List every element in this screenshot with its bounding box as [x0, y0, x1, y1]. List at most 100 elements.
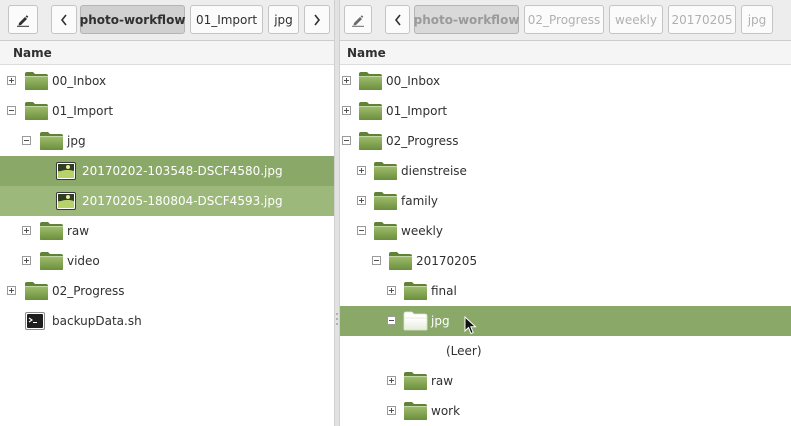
right-pane: photo-workflow 02_Progress weekly 201702… — [340, 0, 791, 426]
tree-row-01-import[interactable]: 01_Import — [0, 96, 334, 126]
right-edit-location-button[interactable] — [344, 5, 372, 34]
collapse-icon[interactable] — [7, 106, 16, 115]
tree-row-label: 20170205 — [416, 254, 478, 268]
collapse-icon[interactable] — [22, 136, 31, 145]
collapse-icon[interactable] — [357, 226, 366, 235]
expand-icon[interactable] — [7, 286, 16, 295]
folder-icon — [39, 221, 64, 241]
tree-row-dienstreise[interactable]: dienstreise — [340, 156, 791, 186]
folder-icon — [373, 191, 398, 211]
collapse-icon[interactable] — [342, 136, 351, 145]
expand-icon[interactable] — [357, 196, 366, 205]
tree-row-label: 20170205-180804-DSCF4593.jpg — [82, 194, 283, 208]
right-path-02-progress[interactable]: 02_Progress — [524, 5, 604, 34]
image-file-icon — [56, 192, 76, 210]
tree-row-label: video — [67, 254, 100, 268]
terminal-script-icon — [25, 312, 45, 330]
left-column-header-name[interactable]: Name — [0, 41, 334, 65]
expand-icon[interactable] — [7, 76, 16, 85]
chevron-left-icon — [60, 14, 68, 26]
folder-icon — [358, 131, 383, 151]
right-file-list[interactable]: Name 00_Inbox 01_Import 02_Progress dien… — [340, 40, 791, 426]
tree-row-00-inbox[interactable]: 00_Inbox — [0, 66, 334, 96]
right-column-header-name[interactable]: Name — [340, 41, 791, 65]
left-path-01-import[interactable]: 01_Import — [190, 5, 263, 34]
expand-icon[interactable] — [342, 106, 351, 115]
folder-icon — [24, 281, 49, 301]
tree-row-label: final — [431, 284, 457, 298]
expand-icon[interactable] — [387, 376, 396, 385]
tree-row-label: weekly — [401, 224, 443, 238]
folder-icon — [403, 401, 428, 421]
left-pane: photo-workflow 01_Import jpg Name 00_Inb… — [0, 0, 334, 426]
left-path-photo-workflow[interactable]: photo-workflow — [80, 5, 185, 34]
chevron-left-icon — [394, 14, 402, 26]
tree-row-02-progress[interactable]: 02_Progress — [340, 126, 791, 156]
folder-icon — [388, 251, 413, 271]
folder-icon — [373, 221, 398, 241]
folder-icon — [358, 101, 383, 121]
expand-icon[interactable] — [22, 226, 31, 235]
pencil-icon — [351, 13, 365, 27]
tree-row-final[interactable]: final — [340, 276, 791, 306]
tree-row-raw[interactable]: raw — [0, 216, 334, 246]
folder-icon — [403, 281, 428, 301]
tree-row-raw[interactable]: raw — [340, 366, 791, 396]
left-toolbar: photo-workflow 01_Import jpg — [0, 0, 334, 40]
expand-icon[interactable] — [22, 256, 31, 265]
left-file-list[interactable]: Name 00_Inbox 01_Import jpg 20170202-103… — [0, 40, 334, 426]
tree-row-work[interactable]: work — [340, 396, 791, 426]
tree-row-02-progress[interactable]: 02_Progress — [0, 276, 334, 306]
tree-row-weekly[interactable]: weekly — [340, 216, 791, 246]
tree-row-family[interactable]: family — [340, 186, 791, 216]
left-back-button[interactable] — [51, 5, 77, 34]
tree-row-01-import[interactable]: 01_Import — [340, 96, 791, 126]
right-toolbar: photo-workflow 02_Progress weekly 201702… — [340, 0, 791, 40]
collapse-icon[interactable] — [387, 316, 396, 325]
image-file-icon — [56, 162, 76, 180]
right-path-weekly[interactable]: weekly — [609, 5, 663, 34]
right-path-photo-workflow[interactable]: photo-workflow — [414, 5, 519, 34]
divider-grip-dot — [336, 323, 338, 325]
folder-icon — [39, 251, 64, 271]
tree-row-label: 00_Inbox — [52, 74, 107, 88]
left-forward-button[interactable] — [304, 5, 330, 34]
folder-icon — [39, 131, 64, 151]
tree-row-label: raw — [67, 224, 90, 238]
tree-row-label: 01_Import — [52, 104, 114, 118]
expand-icon[interactable] — [387, 406, 396, 415]
left-edit-location-button[interactable] — [8, 5, 38, 34]
right-path-jpg[interactable]: jpg — [741, 5, 773, 34]
folder-icon — [373, 161, 398, 181]
folder-icon — [358, 71, 383, 91]
collapse-icon[interactable] — [372, 256, 381, 265]
right-path-20170205[interactable]: 20170205 — [668, 5, 736, 34]
expand-icon[interactable] — [342, 76, 351, 85]
tree-row-file-dscf4580[interactable]: 20170202-103548-DSCF4580.jpg — [0, 156, 334, 186]
tree-row-jpg-selected[interactable]: jpg — [340, 306, 791, 336]
tree-row-label: 02_Progress — [386, 134, 459, 148]
tree-row-jpg[interactable]: jpg — [0, 126, 334, 156]
tree-row-label: jpg — [431, 314, 450, 328]
tree-row-backupdata[interactable]: backupData.sh — [0, 306, 334, 336]
folder-icon — [403, 371, 428, 391]
tree-row-label: 20170202-103548-DSCF4580.jpg — [82, 164, 283, 178]
tree-row-label: backupData.sh — [52, 314, 142, 328]
tree-row-label: 01_Import — [386, 104, 448, 118]
left-path-jpg[interactable]: jpg — [268, 5, 299, 34]
tree-row-file-dscf4593[interactable]: 20170205-180804-DSCF4593.jpg — [0, 186, 334, 216]
pencil-icon — [16, 13, 30, 27]
empty-folder-label: (Leer) — [446, 344, 482, 358]
tree-row-label: 00_Inbox — [386, 74, 441, 88]
tree-row-video[interactable]: video — [0, 246, 334, 276]
tree-row-20170205[interactable]: 20170205 — [340, 246, 791, 276]
open-folder-icon — [403, 311, 428, 331]
expand-icon[interactable] — [387, 286, 396, 295]
right-back-button[interactable] — [385, 5, 410, 34]
expand-icon[interactable] — [357, 166, 366, 175]
tree-row-label: 02_Progress — [52, 284, 125, 298]
tree-row-label: dienstreise — [401, 164, 467, 178]
folder-icon — [24, 101, 49, 121]
tree-row-00-inbox[interactable]: 00_Inbox — [340, 66, 791, 96]
tree-row-label: jpg — [67, 134, 86, 148]
